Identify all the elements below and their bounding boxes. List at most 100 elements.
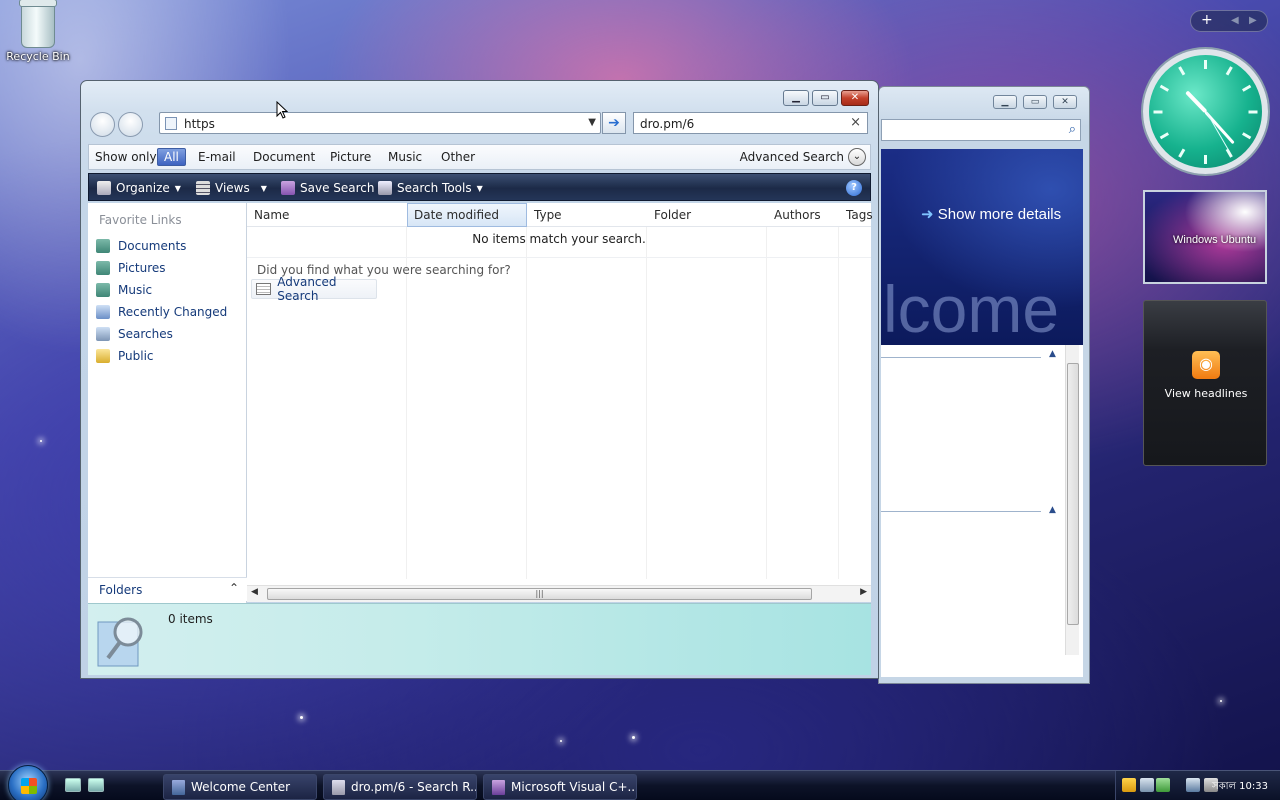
search-results-window[interactable]: ▁ ▭ ✕ https ▼ ➔ dro.pm/6 × Show only: Al… [80,80,879,679]
recycle-bin-icon [19,0,57,48]
advanced-search-toggle[interactable]: Advanced Search [740,150,844,164]
divider [881,357,1041,358]
chevron-down-icon[interactable]: ▼ [588,117,596,128]
nav-music[interactable]: Music [96,283,152,297]
nav-public[interactable]: Public [96,349,154,363]
clock-tick [1178,65,1186,76]
clock-tick [1241,131,1252,139]
search-value: dro.pm/6 [640,117,695,131]
scroll-right-icon[interactable]: ▶ [860,587,867,597]
collapse-icon[interactable]: ▲ [1049,505,1056,515]
search-window-icon [332,779,345,795]
filter-picture[interactable]: Picture [330,150,371,164]
welcome-center-icon [172,779,185,795]
column-date-modified[interactable]: Date modified [414,208,499,222]
search-input[interactable]: dro.pm/6 × [633,112,868,134]
maximize-button[interactable]: ▭ [812,90,838,106]
save-search-label: Save Search [300,181,375,195]
scrollbar-thumb[interactable] [1067,363,1079,625]
add-gadget-icon[interactable]: + [1201,12,1213,28]
scrollbar-thumb[interactable]: ||| [267,588,812,600]
clock-tick [1178,147,1186,158]
search-input[interactable]: ⌕ [881,119,1081,141]
folders-toggle[interactable]: Folders ⌃ [88,577,247,601]
nav-searches[interactable]: Searches [96,327,173,341]
save-search-button[interactable]: Save Search [281,181,375,195]
forward-button[interactable] [118,112,143,137]
clear-search-icon[interactable]: × [850,115,861,130]
clock-tick [1204,154,1207,164]
nav-recently-changed[interactable]: Recently Changed [96,305,227,319]
clock-gadget[interactable] [1143,49,1268,174]
column-separator [646,227,647,579]
address-bar[interactable]: https ▼ [159,112,601,134]
windows-logo-icon [21,778,37,794]
clock-tick [1225,65,1233,76]
taskbar-button-label: dro.pm/6 - Search R... [351,780,477,794]
taskbar-button-visual-cpp[interactable]: Microsoft Visual C+... [483,774,637,800]
organize-button[interactable]: Organize ▼ [97,181,181,195]
nav-label: Public [118,349,154,363]
advanced-search-button[interactable]: Advanced Search [251,275,377,303]
organize-icon [97,181,111,195]
taskbar-clock[interactable]: সকাল 10:33 [1212,779,1268,796]
close-button[interactable]: ✕ [1053,95,1077,109]
horizontal-scrollbar[interactable]: ◀ ||| ▶ [247,585,871,602]
show-more-details-link[interactable]: ➜ Show more details [921,205,1061,223]
pictures-icon [96,261,110,275]
column-folder[interactable]: Folder [654,208,691,222]
visual-studio-icon [492,779,505,795]
scroll-left-icon[interactable]: ◀ [251,587,258,597]
tray-app-icon[interactable] [1156,778,1170,792]
nav-documents[interactable]: Documents [96,239,186,253]
taskbar-button-welcome-center[interactable]: Welcome Center [163,774,317,800]
minimize-button[interactable]: ▁ [783,90,809,106]
filter-music[interactable]: Music [388,150,422,164]
nav-label: Documents [118,239,187,253]
views-button[interactable]: Views ▼ [196,181,267,195]
back-button[interactable] [90,112,115,137]
clock-tick [1248,110,1258,113]
documents-icon [96,239,110,253]
column-authors[interactable]: Authors [774,208,821,222]
recycle-bin-desktop-icon[interactable]: Recycle Bin [4,0,72,63]
show-more-label: Show more details [937,206,1062,223]
filter-document[interactable]: Document [253,150,315,164]
star [40,440,42,442]
column-tags[interactable]: Tags [846,208,873,222]
minimize-button[interactable]: ▁ [993,95,1017,109]
nav-pictures[interactable]: Pictures [96,261,166,275]
filter-other[interactable]: Other [441,150,475,164]
next-icon[interactable]: ▶ [1249,15,1257,26]
shield-icon[interactable] [1122,778,1136,792]
search-icon[interactable]: ⌕ [1069,122,1076,137]
vertical-scrollbar[interactable] [1065,345,1079,655]
filter-email[interactable]: E-mail [198,150,236,164]
chevron-down-icon[interactable]: ⌄ [848,148,866,166]
sidebar-controls: + ◀ ▶ [1190,10,1268,32]
show-desktop-icon[interactable] [65,778,81,792]
network-icon[interactable] [1186,778,1200,792]
taskbar-button-search[interactable]: dro.pm/6 - Search R... [323,774,477,800]
previous-icon[interactable]: ◀ [1231,15,1239,26]
clock-tick [1204,59,1207,69]
search-tools-button[interactable]: Search Tools ▼ [378,181,483,195]
search-tools-label: Search Tools [397,181,472,195]
feed-headlines-gadget[interactable]: ◉ View headlines [1143,300,1267,466]
close-button[interactable]: ✕ [841,90,869,106]
column-name[interactable]: Name [254,208,289,222]
welcome-center-window[interactable]: ▁ ▭ ✕ ⌕ ➜ Show more details lcome ▲ ▲ [878,86,1090,684]
folder-icon [96,349,110,363]
go-button[interactable]: ➔ [602,112,626,134]
filter-all[interactable]: All [157,148,186,166]
slideshow-gadget[interactable]: Windows Ubuntu [1143,190,1267,284]
switch-windows-icon[interactable] [88,778,104,792]
tray-app-icon[interactable] [1140,778,1154,792]
chevron-up-icon[interactable]: ⌃ [229,581,239,595]
help-icon[interactable]: ? [846,180,862,196]
maximize-button[interactable]: ▭ [1023,95,1047,109]
start-button[interactable] [8,765,48,800]
column-type[interactable]: Type [534,208,562,222]
collapse-icon[interactable]: ▲ [1049,349,1056,359]
view-headlines-link[interactable]: View headlines [1144,387,1268,400]
